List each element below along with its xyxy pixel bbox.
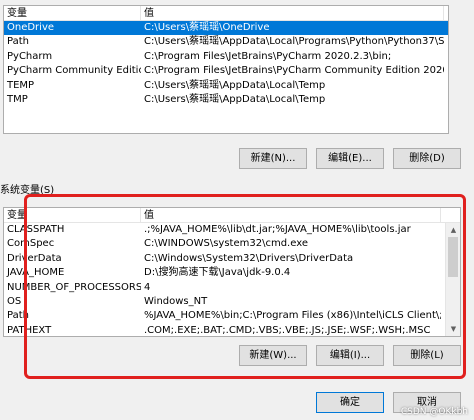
variable-value-cell: 4 xyxy=(144,281,151,293)
user-variables-header: 变量 值 xyxy=(4,6,448,21)
variable-value-cell: C:\Users\蔡瑶瑶\AppData\Local\Temp xyxy=(144,93,326,105)
table-row[interactable]: PyCharm C:\Program Files\JetBrains\PyChar… xyxy=(4,50,448,64)
variable-name-cell: TEMP xyxy=(7,79,35,91)
variable-value-cell: C:\Users\蔡瑶瑶\AppData\Local\Temp xyxy=(144,79,326,91)
column-header-variable[interactable]: 变量 xyxy=(4,6,141,20)
table-row[interactable]: PyCharm Community Edition C:\Program File… xyxy=(4,64,448,78)
table-row[interactable]: OneDrive C:\Users\蔡瑶瑶\OneDrive xyxy=(4,21,448,36)
variable-name-cell: CLASSPATH xyxy=(7,224,65,235)
variable-value-cell: C:\Users\蔡瑶瑶\AppData\Local\Programs\Pyth… xyxy=(144,36,444,48)
table-row[interactable]: OS Windows_NT xyxy=(4,295,460,309)
user-variables-list[interactable]: 变量 值 OneDrive C:\Users\蔡瑶瑶\OneDrive Path C:… xyxy=(3,5,449,134)
scroll-up-arrow-icon[interactable]: ▲ xyxy=(446,223,460,237)
variable-name-cell: NUMBER_OF_PROCESSORS xyxy=(7,281,141,293)
system-delete-button[interactable]: 删除(L) xyxy=(393,345,461,366)
system-variables-rows: CLASSPATH .;%JAVA_HOME%\lib\dt.jar;%JAVA_… xyxy=(4,223,460,336)
user-edit-button[interactable]: 编辑(E)... xyxy=(316,148,384,169)
variable-name-cell: PATHEXT xyxy=(7,324,52,336)
variable-name-cell: Path xyxy=(7,36,29,48)
variable-name-cell: ComSpec xyxy=(7,238,55,250)
system-variables-header: 变量 值 xyxy=(4,208,460,223)
variable-value-cell: C:\Program Files\JetBrains\PyCharm Commu… xyxy=(144,65,444,77)
table-row[interactable]: TEMP C:\Users\蔡瑶瑶\AppData\Local\Temp xyxy=(4,79,448,93)
column-header-variable[interactable]: 变量 xyxy=(4,208,141,222)
watermark: CSDN @OKkbh xyxy=(400,407,468,417)
variable-value-cell: .;%JAVA_HOME%\lib\dt.jar;%JAVA_HOME%\lib… xyxy=(144,224,411,235)
table-row[interactable]: CLASSPATH .;%JAVA_HOME%\lib\dt.jar;%JAVA_… xyxy=(4,223,460,237)
variable-name-cell: DriverData xyxy=(7,252,62,264)
column-header-value[interactable]: 值 xyxy=(141,6,444,20)
user-new-button[interactable]: 新建(N)... xyxy=(239,148,307,169)
variable-value-cell: C:\Windows\System32\Drivers\DriverData xyxy=(144,252,354,264)
variable-value-cell: D:\搜狗高速下载\Java\jdk-9.0.4 xyxy=(144,267,291,279)
variable-value-cell: %JAVA_HOME%\bin;C:\Program Files (x86)\I… xyxy=(144,310,441,322)
table-row[interactable]: Path C:\Users\蔡瑶瑶\AppData\Local\Programs\… xyxy=(4,35,448,49)
system-variables-label: 系统变量(S) xyxy=(0,185,55,196)
scroll-down-arrow-icon[interactable]: ▼ xyxy=(446,322,460,336)
variable-name-cell: TMP xyxy=(7,93,28,105)
variable-name-cell: PyCharm xyxy=(7,50,53,62)
ok-button[interactable]: 确定 xyxy=(316,392,384,413)
system-variables-list[interactable]: 变量 值 CLASSPATH .;%JAVA_HOME%\lib\dt.jar;%… xyxy=(3,207,461,337)
column-header-value[interactable]: 值 xyxy=(141,208,441,222)
table-row[interactable]: PATHEXT .COM;.EXE;.BAT;.CMD;.VBS;.VBE;.JS… xyxy=(4,324,460,336)
variable-name-cell: OneDrive xyxy=(7,22,55,33)
user-delete-button[interactable]: 删除(D) xyxy=(393,148,461,169)
table-row[interactable]: ComSpec C:\WINDOWS\system32\cmd.exe xyxy=(4,237,460,251)
table-row[interactable]: TMP C:\Users\蔡瑶瑶\AppData\Local\Temp xyxy=(4,93,448,107)
system-new-button[interactable]: 新建(W)... xyxy=(239,345,307,366)
variable-value-cell: Windows_NT xyxy=(144,295,208,307)
table-row[interactable]: JAVA_HOME D:\搜狗高速下载\Java\jdk-9.0.4 xyxy=(4,266,460,280)
system-edit-button[interactable]: 编辑(I)... xyxy=(316,345,384,366)
table-row[interactable]: NUMBER_OF_PROCESSORS 4 xyxy=(4,281,460,295)
variable-value-cell: C:\Program Files\JetBrains\PyCharm 2020.… xyxy=(144,50,392,62)
variable-name-cell: JAVA_HOME xyxy=(7,267,65,279)
variable-value-cell: C:\WINDOWS\system32\cmd.exe xyxy=(144,238,308,250)
table-row[interactable]: DriverData C:\Windows\System32\Drivers\Dr… xyxy=(4,252,460,266)
variable-name-cell: OS xyxy=(7,295,22,307)
variable-name-cell: Path xyxy=(7,310,29,322)
variable-value-cell: C:\Users\蔡瑶瑶\OneDrive xyxy=(144,22,270,33)
system-list-scrollbar[interactable]: ▲ ▼ xyxy=(445,223,460,336)
scroll-thumb[interactable] xyxy=(448,237,458,277)
variable-value-cell: .COM;.EXE;.BAT;.CMD;.VBS;.VBE;.JS;.JSE;.… xyxy=(144,324,431,336)
table-row[interactable]: Path %JAVA_HOME%\bin;C:\Program Files (x8… xyxy=(4,309,460,323)
variable-name-cell: PyCharm Community Edition xyxy=(7,65,141,77)
user-variables-rows: OneDrive C:\Users\蔡瑶瑶\OneDrive Path C:\User… xyxy=(4,21,448,107)
